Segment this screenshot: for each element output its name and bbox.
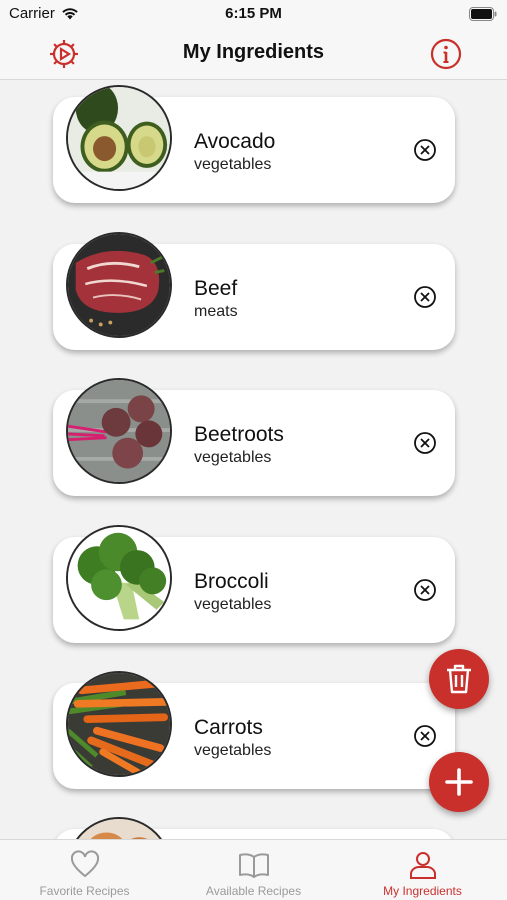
ingredient-category: vegetables <box>194 596 272 613</box>
battery-icon <box>469 7 497 21</box>
plus-icon <box>445 768 473 796</box>
ingredient-category: meats <box>194 303 238 320</box>
partial-thumbnail <box>66 817 172 839</box>
remove-icon[interactable] <box>413 578 437 602</box>
ingredient-list[interactable]: Avocado vegetables Beef meats Beetroots … <box>0 81 507 839</box>
status-bar: Carrier 6:15 PM <box>0 0 507 28</box>
ingredient-category: vegetables <box>194 742 272 759</box>
tab-label: Favorite Recipes <box>39 884 130 898</box>
status-time: 6:15 PM <box>225 5 282 22</box>
heart-icon <box>70 850 99 878</box>
ingredient-card-beetroots[interactable]: Beetroots vegetables <box>53 378 455 496</box>
ingredient-card-carrots[interactable]: Carrots vegetables <box>53 671 455 789</box>
beetroots-thumbnail <box>66 378 172 484</box>
ingredient-name: Broccoli <box>194 570 269 593</box>
person-icon <box>409 852 436 879</box>
remove-icon[interactable] <box>413 138 437 162</box>
ingredient-card-avocado[interactable]: Avocado vegetables <box>53 85 455 203</box>
tab-bar: Favorite Recipes Available Recipes My In… <box>0 839 507 900</box>
ingredient-category: vegetables <box>194 449 272 466</box>
nav-bar: My Ingredients <box>0 28 507 80</box>
info-icon[interactable] <box>429 37 463 71</box>
ingredient-category: vegetables <box>194 156 272 173</box>
tab-label: Available Recipes <box>205 884 302 898</box>
ingredient-name: Beef <box>194 277 238 300</box>
ingredient-card-beef[interactable]: Beef meats <box>53 232 455 350</box>
add-ingredient-button[interactable] <box>429 752 489 812</box>
ingredient-card-partial[interactable] <box>53 817 455 839</box>
beef-thumbnail <box>66 232 172 338</box>
ingredient-card-broccoli[interactable]: Broccoli vegetables <box>53 525 455 643</box>
tab-label: My Ingredients <box>383 884 462 898</box>
ingredient-name: Beetroots <box>194 423 284 446</box>
tab-available-recipes[interactable]: Available Recipes <box>169 840 338 900</box>
remove-icon[interactable] <box>413 431 437 455</box>
avocado-thumbnail <box>66 85 172 191</box>
remove-icon[interactable] <box>413 724 437 748</box>
remove-icon[interactable] <box>413 285 437 309</box>
delete-all-button[interactable] <box>429 649 489 709</box>
book-icon <box>238 853 269 878</box>
trash-icon <box>447 664 471 694</box>
broccoli-thumbnail <box>66 525 172 631</box>
ingredient-name: Avocado <box>194 130 276 153</box>
carrots-thumbnail <box>66 671 172 777</box>
ingredient-name: Carrots <box>194 716 263 739</box>
tab-favorite-recipes[interactable]: Favorite Recipes <box>0 840 169 900</box>
tab-my-ingredients[interactable]: My Ingredients <box>338 840 507 900</box>
